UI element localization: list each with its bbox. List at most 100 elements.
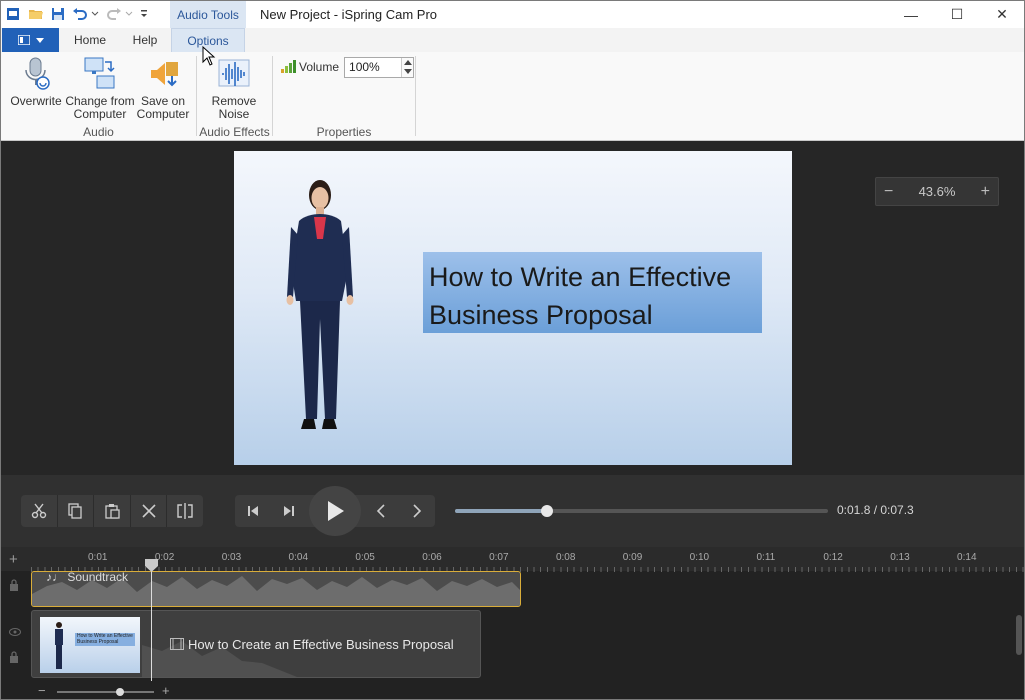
audio-tools-contextual-tab: Audio Tools (170, 1, 246, 28)
tab-home[interactable]: Home (62, 28, 118, 52)
group-label-properties: Properties (316, 125, 372, 139)
overwrite-button[interactable]: Overwrite (10, 56, 62, 108)
tab-help[interactable]: Help (119, 28, 171, 52)
spin-up-icon (404, 59, 413, 65)
video-clip[interactable]: How to Write an Effective Business Propo… (31, 610, 481, 678)
microphone-icon (19, 56, 53, 92)
maximize-button[interactable]: ☐ (934, 1, 980, 28)
minimize-button[interactable]: — (888, 1, 934, 28)
timeline-panel: + 0:01 0:02 0:03 0:04 0:05 0:06 0:07 0:08 0:09 0:… (1, 547, 1024, 699)
save-on-computer-button[interactable]: Save on Computer (136, 56, 190, 121)
tick-label: 0:09 (622, 552, 643, 563)
app-icon (5, 6, 21, 22)
ribbon-separator (415, 56, 416, 136)
close-button[interactable]: ✕ (979, 1, 1024, 28)
clip-title-text: How to Create an Effective Business Prop… (188, 637, 454, 652)
tick-label: 0:08 (555, 552, 576, 563)
save-audio-icon (146, 56, 180, 92)
redo-icon[interactable] (106, 6, 122, 22)
play-button[interactable] (309, 486, 361, 536)
edit-tools-group (21, 495, 203, 527)
zoom-out-button[interactable]: − (884, 183, 893, 201)
eye-icon[interactable] (9, 627, 21, 639)
file-menu-button[interactable] (2, 28, 59, 52)
copy-button[interactable] (58, 495, 94, 527)
spin-down-icon (404, 68, 413, 74)
change-from-computer-label-2: Computer (73, 107, 127, 121)
tick-label: 0:03 (221, 552, 242, 563)
zoom-in-button[interactable]: + (981, 183, 990, 201)
delete-button[interactable] (131, 495, 167, 527)
save-icon[interactable] (50, 6, 66, 22)
tick-label: 0:14 (957, 552, 977, 563)
customize-toolbar-icon[interactable] (138, 6, 150, 22)
tick-label: 0:10 (689, 552, 710, 563)
save-on-computer-label-2: Computer (136, 107, 190, 121)
lock-icon[interactable] (9, 579, 19, 594)
change-from-computer-button[interactable]: Change from Computer (65, 56, 135, 121)
add-track-icon[interactable]: + (9, 551, 18, 568)
skip-to-end-button[interactable] (271, 495, 307, 527)
cut-button[interactable] (21, 495, 57, 527)
open-icon[interactable] (28, 6, 44, 22)
redo-dropdown-icon[interactable] (124, 6, 134, 22)
play-icon (328, 501, 344, 521)
music-note-icon: ♪♩ (46, 571, 68, 584)
clip-thumbnail: How to Write an Effective Business Propo… (40, 617, 140, 673)
copy-icon (68, 503, 83, 519)
time-readout: 0:01.8 / 0:07.3 (837, 503, 914, 517)
scrubber-thumb[interactable] (540, 505, 553, 517)
computer-swap-icon (83, 56, 117, 92)
lock-icon[interactable] (9, 651, 19, 666)
app-window: Audio Tools New Project - iSpring Cam Pr… (0, 0, 1025, 700)
scrubber-progress (455, 509, 547, 513)
playhead-line (151, 561, 152, 681)
playback-scrubber[interactable] (455, 505, 828, 517)
player-control-bar: 0:01.8 / 0:07.3 (1, 475, 1024, 547)
group-label-audio-effects: Audio Effects (199, 125, 270, 139)
tick-label: 0:12 (823, 552, 843, 563)
slide-title-box[interactable]: How to Write an Effective Business Propo… (423, 252, 762, 333)
tick-label: 0:04 (288, 552, 309, 563)
timeline-zoom-in-button[interactable]: + (162, 683, 170, 698)
soundtrack-clip[interactable]: ♪♩ Soundtrack (31, 571, 521, 607)
mouse-cursor-icon (202, 46, 216, 66)
previous-frame-button[interactable] (363, 495, 399, 527)
soundtrack-label: ♪♩ Soundtrack (46, 571, 129, 584)
timeline-zoom-out-button[interactable]: − (38, 683, 46, 698)
overwrite-label: Overwrite (10, 94, 62, 108)
next-frame-button[interactable] (399, 495, 435, 527)
film-icon (170, 638, 184, 650)
soundtrack-label-text: Soundtrack (67, 571, 129, 584)
volume-control: Volume (280, 56, 415, 78)
undo-dropdown-icon[interactable] (90, 6, 100, 22)
tick-label: 0:07 (489, 552, 509, 563)
ribbon-separator (272, 56, 273, 136)
tick-label: 0:05 (355, 552, 375, 563)
split-icon (177, 503, 193, 519)
paste-button[interactable] (94, 495, 130, 527)
volume-spinner[interactable] (401, 57, 414, 77)
timeline-vertical-scrollbar[interactable] (1016, 615, 1022, 655)
window-title: New Project - iSpring Cam Pro (260, 7, 437, 22)
undo-icon[interactable] (72, 6, 88, 22)
thumbnail-slide-title: How to Write an Effective Business Propo… (75, 633, 135, 646)
title-bar: Audio Tools New Project - iSpring Cam Pr… (1, 1, 1024, 28)
remove-noise-label-2: Noise (218, 107, 250, 121)
tick-label: 0:13 (890, 552, 910, 563)
chevron-left-icon (376, 504, 385, 518)
waveform-icon (217, 56, 251, 92)
paste-icon (105, 504, 120, 519)
playhead-handle[interactable] (145, 559, 158, 572)
volume-icon (281, 60, 296, 73)
ribbon: Overwrite Change from Computer Save on C… (1, 46, 1024, 141)
tick-label: 0:11 (756, 552, 776, 563)
timeline-zoom-slider[interactable]: − + (38, 683, 173, 698)
ribbon-separator (196, 56, 197, 136)
timeline-zoom-track[interactable] (57, 691, 154, 693)
timeline-zoom-thumb[interactable] (116, 688, 125, 696)
split-button[interactable] (167, 495, 203, 527)
scissors-icon (31, 503, 46, 519)
skip-to-start-button[interactable] (235, 495, 271, 527)
group-label-audio: Audio (83, 125, 114, 139)
